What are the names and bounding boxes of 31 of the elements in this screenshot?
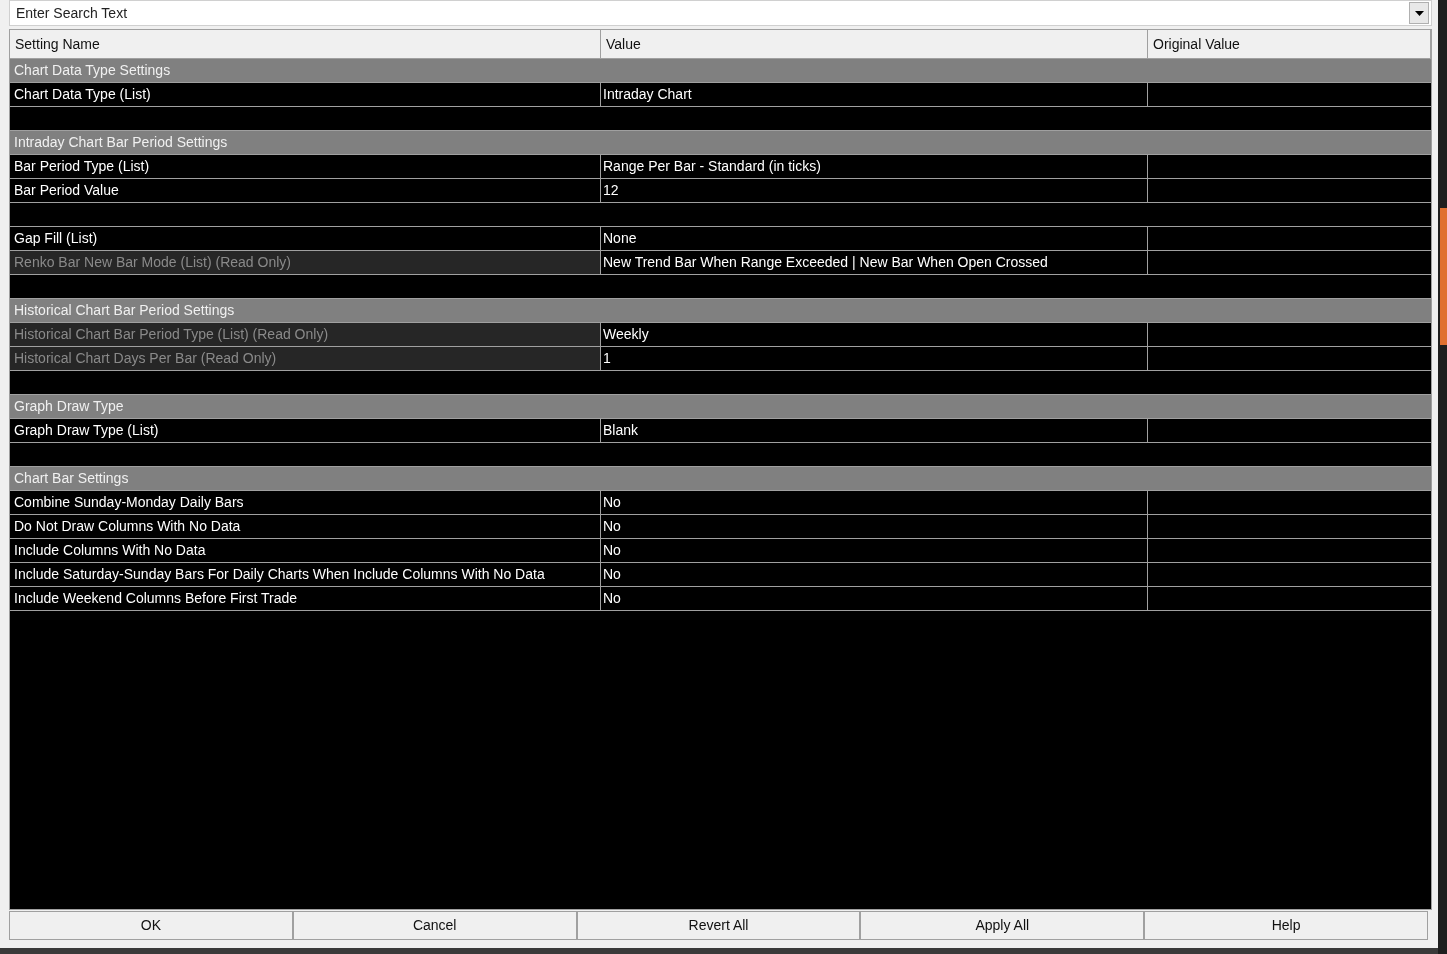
value-cell[interactable]: Blank	[601, 419, 1148, 442]
dropdown-button[interactable]	[1409, 2, 1429, 24]
value-cell[interactable]: No	[601, 539, 1148, 562]
setting-name-cell[interactable]: Historical Chart Bar Period Type (List) (Read Only)	[10, 323, 601, 346]
value-cell[interactable]: Range Per Bar - Standard (in ticks)	[601, 155, 1148, 178]
column-header[interactable]: Setting Name	[10, 30, 601, 58]
caret-down-icon	[1414, 10, 1424, 16]
section-header-row: Chart Data Type Settings	[10, 59, 1431, 83]
section-header-row: Intraday Chart Bar Period Settings	[10, 131, 1431, 155]
value-cell[interactable]: New Trend Bar When Range Exceeded | New Bar When Open Crossed	[601, 251, 1148, 274]
setting-name-cell[interactable]: Renko Bar New Bar Mode (List) (Read Only)	[10, 251, 601, 274]
value-cell[interactable]: No	[601, 587, 1148, 610]
dialog-button[interactable]: Revert All	[576, 911, 861, 940]
value-cell[interactable]: 12	[601, 179, 1148, 202]
dialog-button[interactable]: Cancel	[292, 911, 577, 940]
section-header-row: Chart Bar Settings	[10, 467, 1431, 491]
value-cell[interactable]: No	[601, 563, 1148, 586]
setting-name-cell[interactable]: Historical Chart Days Per Bar (Read Only)	[10, 347, 601, 370]
value-cell[interactable]: No	[601, 491, 1148, 514]
section-header-row: Graph Draw Type	[10, 395, 1431, 419]
value-cell[interactable]: None	[601, 227, 1148, 250]
value-cell[interactable]: Intraday Chart	[601, 83, 1148, 106]
dialog-button[interactable]: OK	[9, 911, 293, 940]
section-header-row: Historical Chart Bar Period Settings	[10, 299, 1431, 323]
dialog-button[interactable]: Help	[1144, 911, 1428, 940]
dialog-button[interactable]: Apply All	[860, 911, 1145, 940]
column-header[interactable]: Value	[601, 30, 1148, 58]
value-cell[interactable]: No	[601, 515, 1148, 538]
value-cell[interactable]: 1	[601, 347, 1148, 370]
column-header[interactable]: Original Value	[1148, 30, 1431, 58]
value-cell[interactable]: Weekly	[601, 323, 1148, 346]
